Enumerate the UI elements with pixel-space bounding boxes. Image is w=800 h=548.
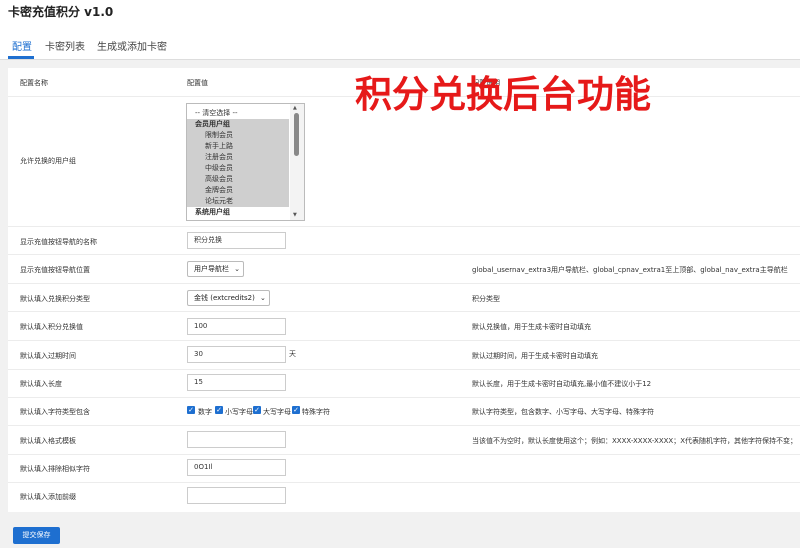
expire-time-unit: 天 — [289, 350, 296, 358]
desc-expire-time: 默认过期时间，用于生成卡密时自动填充 — [472, 352, 598, 360]
button-position-select[interactable]: 用户导航栏 ⌄ — [187, 261, 244, 277]
desc-credit-value: 默认兑换值，用于生成卡密时自动填充 — [472, 323, 591, 331]
label-credit-type: 默认填入兑换积分类型 — [20, 295, 90, 303]
user-group-option[interactable]: 注册会员 — [187, 152, 289, 163]
row-divider — [8, 226, 800, 227]
label-expire-time: 默认填入过期时间 — [20, 352, 76, 360]
user-group-option[interactable]: 金牌会员 — [187, 185, 289, 196]
label-length: 默认填入长度 — [20, 380, 62, 388]
row-divider — [8, 397, 800, 398]
desc-format-template: 当该值不为空时，默认长度使用这个；例如：XXXX-XXXX-XXXX；X代表随机… — [472, 437, 797, 445]
tab-card-list[interactable]: 卡密列表 — [45, 38, 85, 53]
desc-charset: 默认字符类型，包含数字、小写字母、大写字母、特殊字符 — [472, 408, 654, 416]
scroll-down-icon[interactable]: ▼ — [293, 212, 297, 218]
label-prefix: 默认填入添加前缀 — [20, 493, 76, 501]
label-button-position: 显示充值按钮导航位置 — [20, 266, 90, 274]
user-group-option[interactable]: 中级会员 — [187, 163, 289, 174]
row-divider — [8, 311, 800, 312]
label-user-groups: 允许兑换的用户组 — [20, 157, 76, 165]
label-credit-value: 默认填入积分兑换值 — [20, 323, 83, 331]
user-group-option[interactable]: 高级会员 — [187, 174, 289, 185]
credit-type-select[interactable]: 金钱 (extcredits2) ⌄ — [187, 290, 270, 306]
uppercase-label: 大写字母 — [263, 408, 291, 416]
chevron-down-icon: ⌄ — [234, 265, 240, 273]
overlay-banner: 积分兑换后台功能 — [355, 73, 651, 116]
desc-credit-type: 积分类型 — [472, 295, 500, 303]
button-position-value: 用户导航栏 — [194, 265, 229, 273]
lowercase-checkbox[interactable]: ✓ — [215, 406, 223, 414]
row-divider — [8, 340, 800, 341]
column-header-name: 配置名称 — [20, 79, 48, 87]
lowercase-label: 小写字母 — [225, 408, 253, 416]
user-group-option[interactable]: 会员用户组 — [187, 119, 289, 130]
label-exclude-chars: 默认填入排除相似字符 — [20, 465, 90, 473]
exclude-chars-input[interactable]: 0O1Il — [187, 459, 286, 476]
digits-label: 数字 — [198, 408, 212, 416]
listbox-scrollbar[interactable]: ▲ ▼ — [290, 104, 304, 220]
user-group-option[interactable]: 新手上路 — [187, 141, 289, 152]
row-divider — [8, 283, 800, 284]
submit-button[interactable]: 提交保存 — [13, 527, 60, 544]
digits-checkbox[interactable]: ✓ — [187, 406, 195, 414]
chevron-down-icon: ⌄ — [260, 294, 266, 302]
prefix-input[interactable] — [187, 487, 286, 504]
desc-length: 默认长度，用于生成卡密时自动填充,最小值不建议小于12 — [472, 380, 652, 388]
special-chars-label: 特殊字符 — [302, 408, 330, 416]
credit-type-value: 金钱 (extcredits2) — [194, 294, 255, 302]
tab-config[interactable]: 配置 — [12, 38, 32, 53]
special-chars-checkbox[interactable]: ✓ — [292, 406, 300, 414]
header: 卡密充值积分 v1.0 配置 卡密列表 生成或添加卡密 — [0, 0, 800, 60]
row-divider — [8, 425, 800, 426]
format-template-input[interactable] — [187, 431, 286, 448]
app-title: 卡密充值积分 v1.0 — [8, 5, 114, 19]
label-format-template: 默认填入格式模板 — [20, 437, 76, 445]
user-group-option[interactable]: 系统用户组 — [187, 207, 289, 218]
label-charset: 默认填入字符类型包含 — [20, 408, 90, 416]
credit-value-input[interactable]: 100 — [187, 318, 286, 335]
scrollbar-thumb[interactable] — [294, 113, 299, 156]
row-divider — [8, 482, 800, 483]
label-button-name: 显示充值按钮导航的名称 — [20, 238, 97, 246]
length-input[interactable]: 15 — [187, 374, 286, 391]
uppercase-checkbox[interactable]: ✓ — [253, 406, 261, 414]
header-divider — [0, 59, 800, 60]
user-group-option[interactable]: -- 清空选择 -- — [187, 108, 289, 119]
tab-generate-cards[interactable]: 生成或添加卡密 — [97, 38, 167, 53]
user-group-listbox[interactable]: -- 清空选择 -- 会员用户组 限制会员 新手上路 注册会员 中级会员 高级会员 金牌会员论… — [186, 103, 305, 221]
desc-button-position: global_usernav_extra3用户导航栏、global_cpnav_… — [472, 266, 788, 274]
expire-time-input[interactable]: 30 — [187, 346, 286, 363]
user-group-option[interactable]: 论坛元老 — [187, 196, 289, 207]
button-name-input[interactable]: 积分兑换 — [187, 232, 286, 249]
scroll-up-icon[interactable]: ▲ — [293, 105, 297, 111]
config-table: 配置名称 配置值 配置说明 允许兑换的用户组 -- 清空选择 -- 会员用户组 限制… — [8, 68, 800, 512]
row-divider — [8, 369, 800, 370]
row-divider — [8, 254, 800, 255]
column-header-value: 配置值 — [187, 79, 208, 87]
row-divider — [8, 454, 800, 455]
user-group-option[interactable]: 限制会员 — [187, 130, 289, 141]
